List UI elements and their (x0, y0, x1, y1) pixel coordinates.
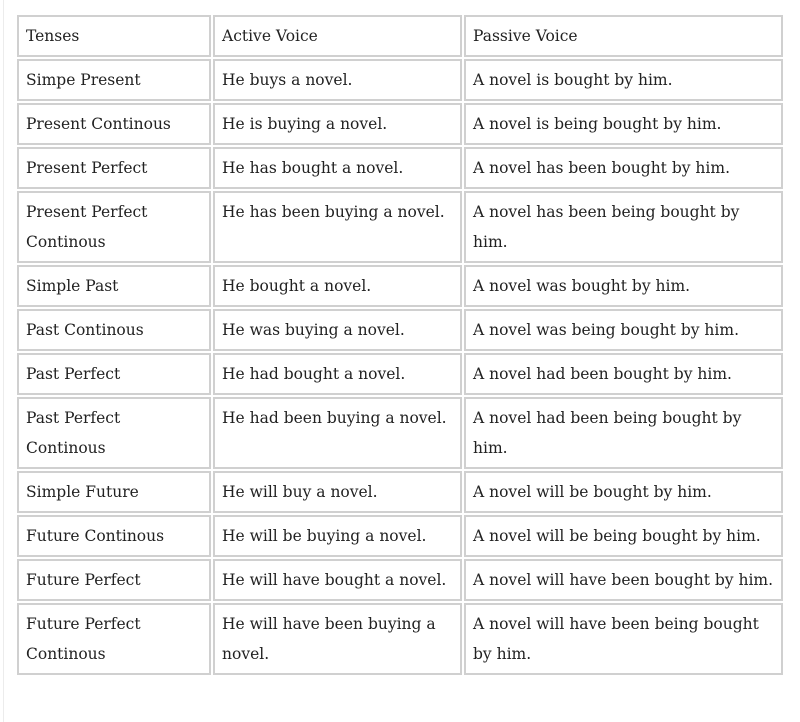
passive-voice-cell: A novel will have been bought by him. (464, 559, 783, 601)
passive-voice-cell: A novel has been being bought by him. (464, 191, 783, 263)
table-row: Past Perfect He had bought a novel. A nove… (17, 353, 783, 395)
tense-cell: Future Continous (17, 515, 211, 557)
header-cell-tenses: Tenses (17, 15, 211, 57)
passive-voice-cell: A novel had been being bought by him. (464, 397, 783, 469)
active-voice-cell: He will be buying a novel. (213, 515, 462, 557)
active-voice-cell: He buys a novel. (213, 59, 462, 101)
passive-voice-cell: A novel will be bought by him. (464, 471, 783, 513)
active-voice-cell: He will have bought a novel. (213, 559, 462, 601)
page-edge (3, 0, 4, 722)
tense-cell: Past Perfect (17, 353, 211, 395)
table-row: Simple Past He bought a novel. A novel was… (17, 265, 783, 307)
tense-cell: Simpe Present (17, 59, 211, 101)
active-voice-cell: He was buying a novel. (213, 309, 462, 351)
tense-cell: Future Perfect (17, 559, 211, 601)
table-header-row: Tenses Active Voice Passive Voice (17, 15, 783, 57)
active-voice-cell: He bought a novel. (213, 265, 462, 307)
passive-voice-cell: A novel was being bought by him. (464, 309, 783, 351)
passive-voice-cell: A novel had been bought by him. (464, 353, 783, 395)
header-cell-active-voice: Active Voice (213, 15, 462, 57)
tense-cell: Past Continous (17, 309, 211, 351)
tense-cell: Simple Past (17, 265, 211, 307)
table-row: Simpe Present He buys a novel. A novel is … (17, 59, 783, 101)
tense-cell: Present Continous (17, 103, 211, 145)
active-voice-cell: He will buy a novel. (213, 471, 462, 513)
passive-voice-cell: A novel was bought by him. (464, 265, 783, 307)
tenses-table: Tenses Active Voice Passive Voice Simpe … (15, 13, 785, 677)
passive-voice-cell: A novel will have been being bought by h… (464, 603, 783, 675)
tense-cell: Past Perfect Continous (17, 397, 211, 469)
tense-cell: Present Perfect (17, 147, 211, 189)
table-row: Past Perfect Continous He had been buying… (17, 397, 783, 469)
table-row: Present Perfect Continous He has been buy… (17, 191, 783, 263)
table-row: Past Continous He was buying a novel. A no… (17, 309, 783, 351)
passive-voice-cell: A novel is bought by him. (464, 59, 783, 101)
active-voice-cell: He has been buying a novel. (213, 191, 462, 263)
active-voice-cell: He had bought a novel. (213, 353, 462, 395)
table-row: Future Perfect Continous He will have bee… (17, 603, 783, 675)
table-row: Simple Future He will buy a novel. A novel… (17, 471, 783, 513)
tense-cell: Present Perfect Continous (17, 191, 211, 263)
tense-cell: Simple Future (17, 471, 211, 513)
passive-voice-cell: A novel will be being bought by him. (464, 515, 783, 557)
tense-cell: Future Perfect Continous (17, 603, 211, 675)
header-cell-passive-voice: Passive Voice (464, 15, 783, 57)
table-row: Future Continous He will be buying a nove… (17, 515, 783, 557)
active-voice-cell: He is buying a novel. (213, 103, 462, 145)
active-voice-cell: He will have been buying a novel. (213, 603, 462, 675)
passive-voice-cell: A novel is being bought by him. (464, 103, 783, 145)
active-voice-cell: He had been buying a novel. (213, 397, 462, 469)
table-row: Present Continous He is buying a novel. A … (17, 103, 783, 145)
table-row: Future Perfect He will have bought a nove… (17, 559, 783, 601)
active-voice-cell: He has bought a novel. (213, 147, 462, 189)
table-row: Present Perfect He has bought a novel. A n… (17, 147, 783, 189)
passive-voice-cell: A novel has been bought by him. (464, 147, 783, 189)
